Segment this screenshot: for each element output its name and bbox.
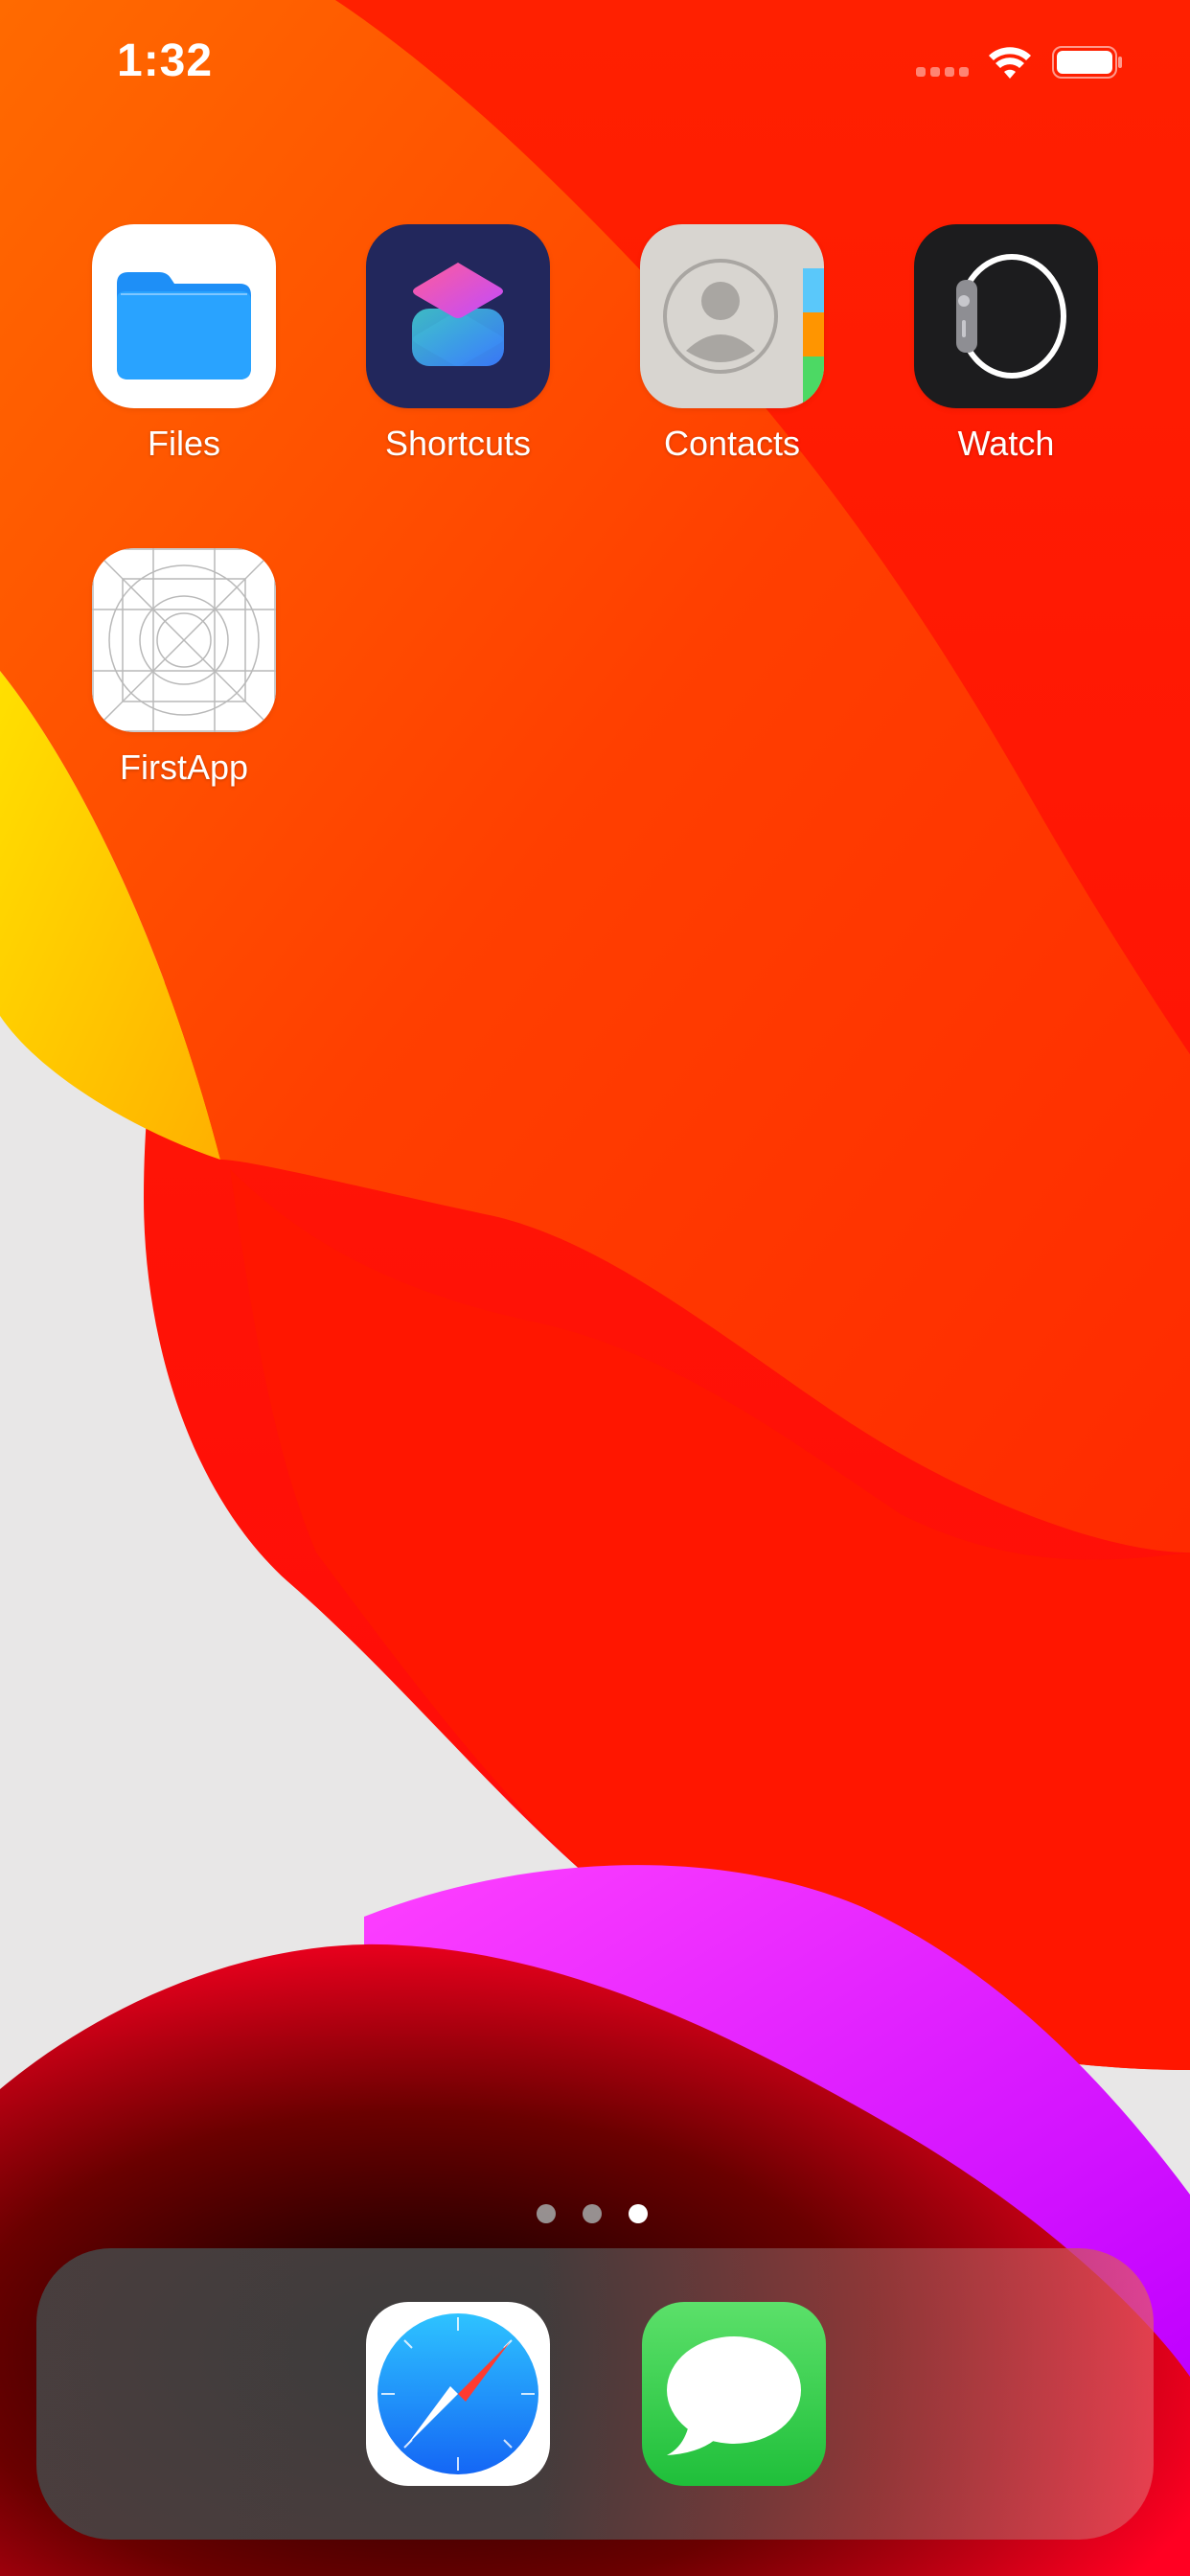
contacts-icon: [640, 224, 824, 408]
app-shortcuts[interactable]: Shortcuts: [366, 224, 550, 464]
safari-compass-icon: [378, 2313, 538, 2474]
cellular-signal-icon: [916, 67, 970, 77]
shortcuts-icon: [366, 224, 550, 408]
watch-icon: [914, 224, 1098, 408]
app-label: Contacts: [663, 424, 801, 463]
wifi-icon: [989, 47, 1031, 79]
dock: [36, 2248, 1154, 2540]
app-contacts[interactable]: Contacts: [640, 224, 824, 464]
app-label: Watch: [957, 424, 1055, 463]
app-firstapp[interactable]: FirstApp: [92, 548, 276, 788]
messages-bubble-icon: [667, 2336, 801, 2455]
placeholder-grid-icon: [92, 548, 276, 732]
dock-app-messages[interactable]: [642, 2302, 826, 2486]
app-watch[interactable]: Watch: [914, 224, 1098, 464]
files-folder-icon: [92, 224, 276, 408]
app-label: Files: [147, 424, 220, 463]
page-dot-active[interactable]: [629, 2204, 648, 2223]
app-label: Shortcuts: [384, 424, 532, 463]
dock-app-safari[interactable]: [366, 2302, 550, 2486]
page-dot[interactable]: [537, 2204, 556, 2223]
status-time: 1:32: [117, 35, 214, 86]
page-dot[interactable]: [583, 2204, 602, 2223]
battery-icon: [1052, 46, 1122, 79]
app-files[interactable]: Files: [92, 224, 276, 464]
app-label: FirstApp: [119, 748, 249, 787]
page-indicator[interactable]: [537, 2204, 661, 2223]
